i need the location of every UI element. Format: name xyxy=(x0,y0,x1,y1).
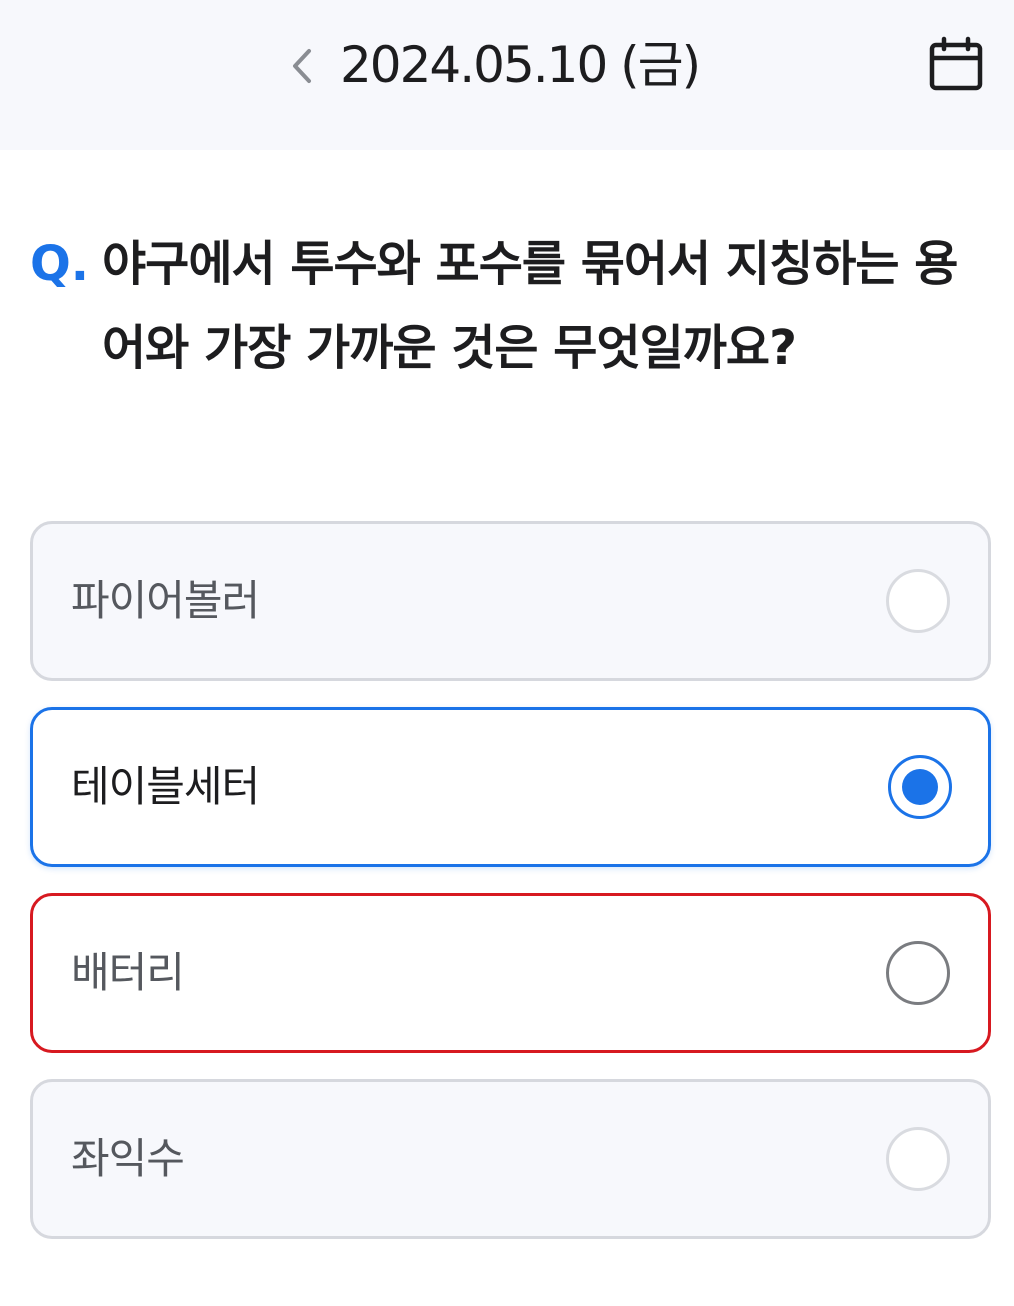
calendar-icon xyxy=(929,36,983,91)
top-bar: 2024.05.10 (금) xyxy=(0,0,1014,150)
date-title: 2024.05.10 (금) xyxy=(340,36,701,94)
answer-option-4[interactable]: 좌익수 xyxy=(30,1079,991,1239)
answer-option-2[interactable]: 테이블세터 xyxy=(30,707,991,867)
question-text: 야구에서 투수와 포수를 묶어서 지칭하는 용어와 가장 가까운 것은 무엇일까… xyxy=(102,236,958,376)
radio-button-selected[interactable] xyxy=(888,755,952,819)
answer-option-3[interactable]: 배터리 xyxy=(30,893,991,1053)
radio-button[interactable] xyxy=(886,569,950,633)
calendar-button[interactable] xyxy=(920,30,992,100)
radio-button[interactable] xyxy=(886,1127,950,1191)
answer-option-1[interactable]: 파이어볼러 xyxy=(30,521,991,681)
radio-button[interactable] xyxy=(886,941,950,1005)
question-prefix: Q. xyxy=(30,236,90,292)
answer-option-label: 배터리 xyxy=(71,948,185,997)
chevron-left-icon xyxy=(293,49,311,83)
answer-option-label: 파이어볼러 xyxy=(71,576,260,625)
answer-option-label: 테이블세터 xyxy=(71,762,260,811)
radio-dot xyxy=(902,769,938,805)
back-button[interactable] xyxy=(276,34,328,98)
answer-option-label: 좌익수 xyxy=(71,1134,185,1183)
question: Q. 야구에서 투수와 포수를 묶어서 지칭하는 용어와 가장 가까운 것은 무… xyxy=(30,222,990,390)
